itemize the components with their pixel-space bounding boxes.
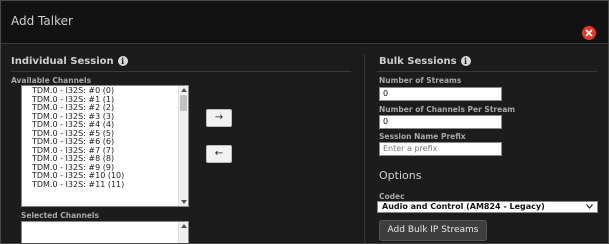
available-channels-list[interactable]: TDM.0 - I32S: #0 (0) TDM.0 - I32S: #1 (1)… (21, 85, 189, 207)
scroll-up-icon[interactable] (181, 224, 187, 228)
divider (377, 71, 597, 72)
individual-session-label: Individual Session (11, 56, 114, 67)
channels-per-stream-input[interactable]: 0 (379, 115, 502, 129)
channels-per-stream-label: Number of Channels Per Stream (379, 105, 516, 114)
session-name-prefix-label: Session Name Prefix (379, 132, 466, 141)
codec-select-value: Audio and Control (AM824 - Legacy) (382, 202, 545, 211)
selected-channels-label: Selected Channels (21, 211, 99, 220)
selected-channels-list[interactable] (21, 221, 189, 243)
codec-select[interactable]: Audio and Control (AM824 - Legacy) (377, 201, 598, 213)
number-of-streams-label: Number of Streams (379, 76, 462, 85)
scrollbar[interactable] (178, 86, 188, 206)
session-name-prefix-input[interactable]: Enter a prefix (379, 142, 502, 156)
options-title: Options (379, 169, 422, 182)
bulk-sessions-title: Bulk Sessions i (379, 56, 471, 67)
dialog-title: Add Talker (11, 14, 73, 28)
vertical-divider (364, 54, 365, 243)
bulk-sessions-label: Bulk Sessions (379, 56, 457, 67)
info-icon[interactable]: i (460, 56, 471, 66)
list-item[interactable]: TDM.0 - I32S: #11 (11) (22, 180, 188, 190)
close-icon[interactable] (582, 26, 596, 40)
add-channel-button[interactable]: → (206, 109, 232, 127)
number-of-streams-input[interactable]: 0 (379, 87, 502, 101)
scroll-up-icon[interactable] (181, 88, 187, 92)
dialog-titlebar: Add Talker (1, 1, 608, 44)
remove-channel-button[interactable]: ← (206, 145, 232, 163)
info-icon[interactable]: i (117, 56, 128, 66)
add-talker-dialog: Add Talker Individual Session i Available… (0, 0, 609, 244)
scroll-down-icon[interactable] (181, 200, 187, 204)
divider (11, 71, 351, 72)
available-channels-label: Available Channels (11, 76, 92, 85)
codec-label: Codec (379, 192, 405, 201)
chevron-down-icon (586, 204, 593, 209)
individual-session-title: Individual Session i (11, 56, 128, 67)
scrollbar[interactable] (178, 222, 188, 243)
scroll-thumb[interactable] (180, 95, 187, 111)
add-bulk-ip-streams-button[interactable]: Add Bulk IP Streams (379, 220, 487, 241)
